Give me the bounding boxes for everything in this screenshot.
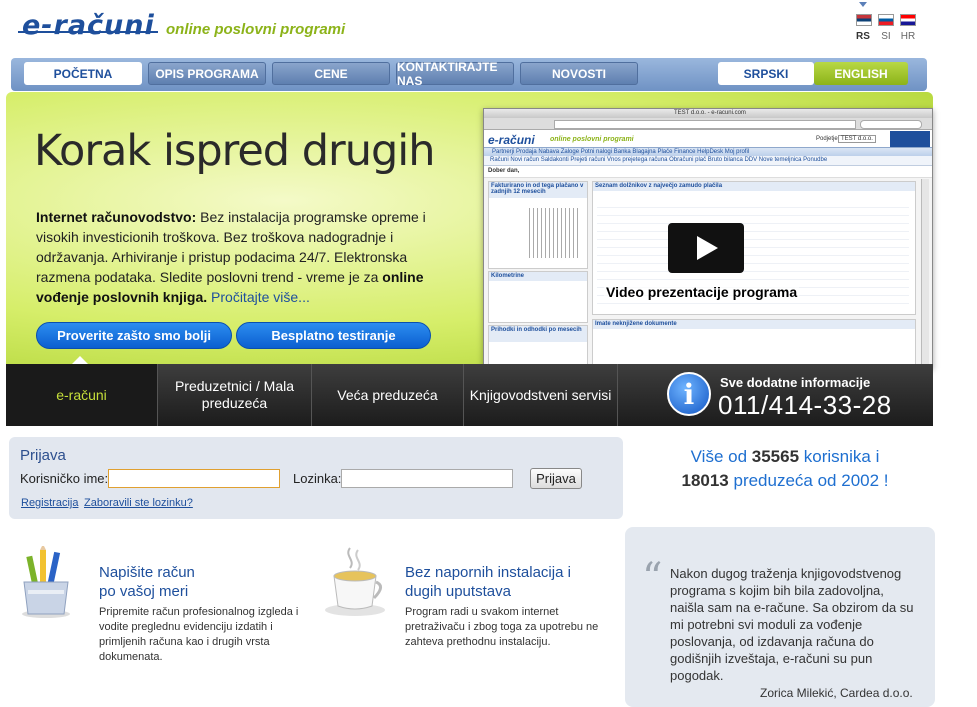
logo-underline [18, 31, 158, 33]
feature1-title-line1: Napišite račun [99, 564, 195, 581]
hero-lead: Internet računovodstvo: [36, 209, 197, 225]
mock-panel-docs-header: Imate neknjižene dokumente [593, 320, 915, 329]
testimonial-text: Nakon dugog traženja knjigovodstvenog pr… [670, 566, 914, 683]
tab-e-racuni[interactable]: e-računi [6, 364, 158, 426]
stats-companies: 18013 [681, 471, 729, 490]
info-phone: 011/414-33-28 [718, 390, 892, 420]
tab-preduzetnici[interactable]: Preduzetnici / Mala preduzeća [158, 364, 312, 426]
feature1-title-line2: po vašoj meri [99, 583, 189, 600]
lang-indicator-icon [859, 2, 867, 7]
info-label: Sve dodatne informacije [720, 375, 871, 390]
video-caption[interactable]: Video prezentacije programa [604, 284, 800, 300]
mock-url-field [554, 120, 856, 129]
play-icon [697, 236, 718, 260]
read-more-link[interactable]: Pročitajte više... [211, 289, 310, 305]
lang-english-button[interactable]: ENGLISH [814, 62, 908, 85]
user-stats: Više od 35565 korisnika i 18013 preduzeć… [640, 445, 930, 493]
mock-panel3-title: Kilometrine [491, 273, 525, 279]
mock-chart-bars [529, 208, 579, 258]
mock-company-select: TEST d.o.o. [838, 135, 876, 143]
info-icon: i [667, 372, 711, 416]
why-better-button[interactable]: Proverite zašto smo bolji [36, 322, 232, 349]
mock-panel-debtors-header: Seznam dolžnikov z največjo zamudo plači… [593, 182, 915, 191]
feature1-title: Napišite račun po vašoj meri [99, 563, 195, 601]
testimonial-author: Zorica Milekić, Cardea d.o.o. [760, 686, 913, 700]
mock-submenu: Računi Novi račun Saldakonti Prejeti rač… [484, 156, 932, 166]
lang-srpski-button[interactable]: SRPSKI [718, 62, 814, 85]
quote-icon: “ [642, 555, 663, 601]
flag-si-icon[interactable] [878, 14, 894, 26]
lang-hr-label[interactable]: HR [897, 31, 919, 42]
nav-novosti[interactable]: NOVOSTI [520, 62, 638, 85]
mock-menu-text: Partnerji Prodaja Nabava Zaloge Potni na… [492, 149, 750, 155]
mock-panel2-title: Seznam dolžnikov z največjo zamudo plači… [595, 183, 723, 189]
mock-panel-chart-header: Fakturirano in od tega plačano v zadnjih… [489, 182, 587, 198]
login-title: Prijava [20, 447, 66, 464]
feature2-title-line2: dugih uputstava [405, 583, 511, 600]
tab-pointer [72, 356, 88, 364]
free-trial-button[interactable]: Besplatno testiranje [236, 322, 431, 349]
stats-users: 35565 [751, 447, 800, 466]
username-label: Korisničko ime: [20, 471, 109, 486]
video-play-button[interactable] [668, 223, 744, 273]
nav-kontakt[interactable]: KONTAKTIRAJTE NAS [396, 60, 514, 88]
mock-panel4-title: Prihodki in odhodki po mesecih [491, 327, 582, 333]
mock-submenu-text: Računi Novi račun Saldakonti Prejeti rač… [490, 157, 828, 163]
feature2-title-line1: Bez napornih instalacija i [405, 564, 571, 581]
feature2-text: Program radi u svakom internet pretraživ… [405, 606, 599, 648]
mock-panel1-title: Fakturirano in od tega plačano v zadnjih… [491, 183, 584, 195]
register-link[interactable]: Registracija [21, 497, 78, 509]
mock-addressbar [484, 118, 932, 130]
flag-rs-icon[interactable] [856, 14, 872, 26]
mock-welcome: Dober dan, [488, 168, 520, 174]
mock-titlebar: TEST d.o.o. - e-racuni.com [484, 109, 932, 118]
mock-panel-km: Kilometrine [488, 271, 588, 323]
mock-scrollbar [921, 179, 929, 365]
password-input[interactable] [341, 469, 513, 488]
mock-panel5-title: Imate neknjižene dokumente [595, 321, 677, 327]
mock-company-label: Podjetje [816, 136, 838, 142]
mock-panel-chart: Fakturirano in od tega plačano v zadnjih… [488, 181, 588, 269]
password-label: Lozinka: [293, 471, 342, 486]
forgot-password-link[interactable]: Zaboravili ste lozinku? [84, 497, 193, 509]
username-input[interactable] [108, 469, 280, 488]
hero-text: Internet računovodstvo: Bez instalacija … [36, 207, 454, 307]
tagline: online poslovni programi [166, 21, 346, 38]
mock-panel-income-header: Prihodki in odhodki po mesecih [489, 326, 587, 342]
mock-panel-km-header: Kilometrine [489, 272, 587, 281]
mock-tagline: online poslovni programi [550, 136, 634, 143]
nav-pocetna[interactable]: POČETNA [24, 62, 142, 85]
lang-rs-label[interactable]: RS [852, 31, 874, 42]
flag-hr-icon[interactable] [900, 14, 916, 26]
login-button[interactable]: Prijava [530, 468, 582, 489]
mock-panel-income: Prihodki in odhodki po mesecih [488, 325, 588, 367]
stats-prefix: Više od [690, 447, 752, 466]
hero-title: Korak ispred drugih [34, 126, 435, 176]
mock-panel-docs: Imate neknjižene dokumente [592, 319, 916, 367]
stats-users-suffix: korisnika i [799, 447, 880, 466]
tab-knjigovodstveni[interactable]: Knjigovodstveni servisi [464, 364, 618, 426]
logo[interactable]: e-računi [22, 10, 155, 41]
tab-veca-preduzeca[interactable]: Veća preduzeća [312, 364, 464, 426]
lang-si-label[interactable]: SI [875, 31, 897, 42]
feature1-text: Pripremite račun profesionalnog izgleda … [99, 606, 299, 663]
mock-welcome-bar: Dober dan, [484, 166, 932, 178]
pencils-icon [16, 544, 76, 618]
stats-companies-suffix: preduzeća od 2002 ! [728, 471, 889, 490]
coffee-cup-icon [322, 546, 388, 618]
nav-cene[interactable]: CENE [272, 62, 390, 85]
mock-window-title: TEST d.o.o. - e-racuni.com [674, 110, 746, 116]
mock-search-field [860, 120, 922, 129]
feature2-title: Bez napornih instalacija i dugih uputstav… [405, 563, 571, 601]
mock-logo: e-računi [488, 133, 535, 147]
nav-opis-programa[interactable]: OPIS PROGRAMA [148, 62, 266, 85]
